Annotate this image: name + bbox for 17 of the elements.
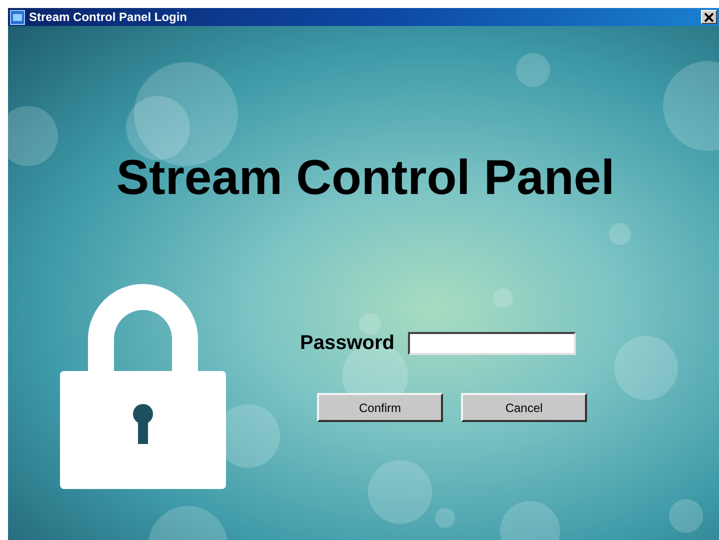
close-icon — [704, 12, 714, 22]
password-label: Password — [300, 332, 394, 355]
bokeh-circle — [435, 508, 455, 528]
password-field[interactable] — [408, 332, 576, 355]
bokeh-circle — [669, 499, 703, 533]
bokeh-circle — [493, 288, 513, 308]
dialog-button[interactable]: Confirm — [317, 393, 443, 422]
bokeh-circle — [359, 313, 381, 335]
window-title: Stream Control Panel Login — [29, 10, 188, 24]
app-icon — [10, 10, 25, 24]
close-button[interactable] — [701, 10, 717, 24]
bokeh-circle — [516, 53, 550, 87]
bokeh-circle — [614, 336, 678, 400]
app-heading: Stream Control Panel — [115, 150, 616, 206]
dialog-button[interactable]: Cancel — [461, 393, 587, 422]
bokeh-circle — [609, 223, 631, 245]
bokeh-circle — [368, 460, 432, 524]
